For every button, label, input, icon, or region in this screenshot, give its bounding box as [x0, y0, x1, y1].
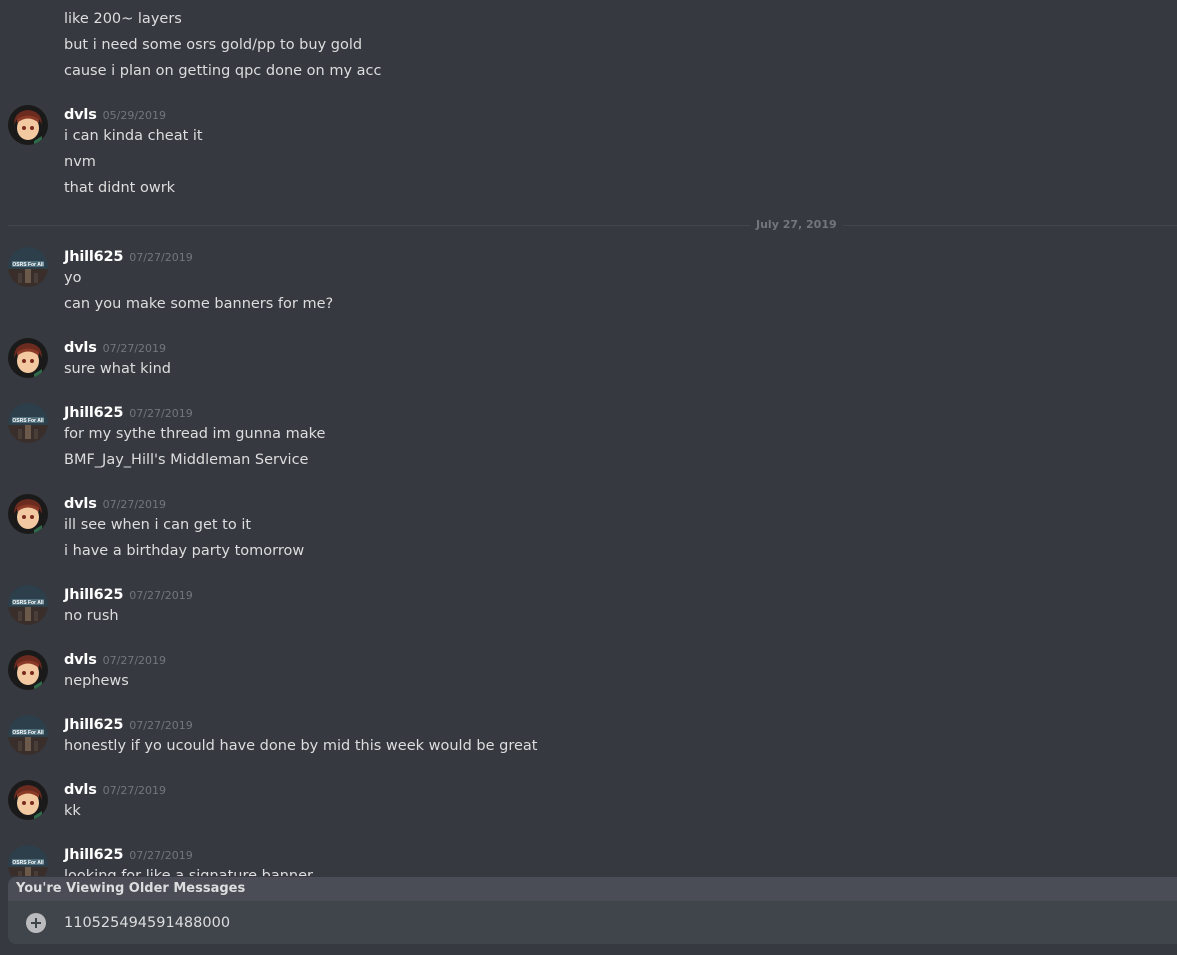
message-text: nvm: [64, 154, 96, 170]
timestamp: 07/27/2019: [102, 498, 167, 511]
chat-window: like 200~ layers but i need some osrs go…: [0, 0, 1177, 955]
author-name[interactable]: dvls: [64, 496, 97, 512]
message-header: dvls 07/27/2019: [64, 337, 166, 359]
svg-text:OSRS For All: OSRS For All: [12, 600, 44, 606]
message-header: dvls 05/29/2019: [64, 104, 166, 126]
older-messages-label: You're Viewing Older Messages: [16, 881, 246, 896]
dvls-avatar[interactable]: [8, 650, 48, 690]
message-text: kk: [64, 803, 81, 819]
message-header: Jhill625 07/27/2019: [64, 844, 193, 866]
message-header: Jhill625 07/27/2019: [64, 714, 193, 736]
jhill-avatar[interactable]: OSRS For All: [8, 247, 48, 287]
message-header: Jhill625 07/27/2019: [64, 584, 193, 606]
message-header: dvls 07/27/2019: [64, 779, 166, 801]
message-composer: [8, 901, 1177, 944]
author-name[interactable]: dvls: [64, 782, 97, 798]
svg-text:OSRS For All: OSRS For All: [12, 860, 44, 866]
timestamp: 07/27/2019: [102, 654, 167, 667]
message-text: i can kinda cheat it: [64, 128, 203, 144]
date-divider: [8, 225, 1177, 226]
timestamp: 07/27/2019: [129, 407, 193, 420]
message-header: Jhill625 07/27/2019: [64, 246, 193, 268]
message-text: ill see when i can get to it: [64, 517, 252, 533]
message-text: i have a birthday party tomorrow: [64, 543, 305, 559]
svg-text:OSRS For All: OSRS For All: [12, 418, 44, 424]
message-text: yo: [64, 270, 82, 286]
message-text: for my sythe thread im gunna make: [64, 426, 326, 442]
message-text: but i need some osrs gold/pp to buy gold: [64, 37, 363, 53]
author-name[interactable]: Jhill625: [64, 249, 123, 265]
timestamp: 07/27/2019: [102, 784, 167, 797]
date-divider-label: July 27, 2019: [750, 217, 843, 233]
timestamp: 07/27/2019: [129, 719, 193, 732]
dvls-avatar[interactable]: [8, 105, 48, 145]
message-text: honestly if yo ucould have done by mid t…: [64, 738, 538, 754]
author-name[interactable]: Jhill625: [64, 847, 123, 863]
dvls-avatar[interactable]: [8, 338, 48, 378]
message-header: dvls 07/27/2019: [64, 649, 166, 671]
timestamp: 07/27/2019: [129, 251, 193, 264]
author-name[interactable]: Jhill625: [64, 405, 123, 421]
jhill-avatar[interactable]: OSRS For All: [8, 715, 48, 755]
message-text: looking for like a signature banner: [64, 868, 313, 876]
author-name[interactable]: dvls: [64, 652, 97, 668]
message-text: like 200~ layers: [64, 11, 182, 27]
message-text: BMF_Jay_Hill's Middleman Service: [64, 452, 309, 468]
svg-text:OSRS For All: OSRS For All: [12, 262, 44, 268]
message-text: can you make some banners for me?: [64, 296, 334, 312]
timestamp: 07/27/2019: [129, 589, 193, 602]
older-messages-bar[interactable]: You're Viewing Older Messages: [8, 877, 1177, 901]
message-header: Jhill625 07/27/2019: [64, 402, 193, 424]
timestamp: 07/27/2019: [102, 342, 167, 355]
jhill-avatar[interactable]: OSRS For All: [8, 845, 48, 876]
message-text: that didnt owrk: [64, 180, 176, 196]
message-text: nephews: [64, 673, 129, 689]
svg-text:OSRS For All: OSRS For All: [12, 730, 44, 736]
message-list[interactable]: like 200~ layers but i need some osrs go…: [0, 0, 1177, 876]
jhill-avatar[interactable]: OSRS For All: [8, 403, 48, 443]
author-name[interactable]: dvls: [64, 340, 97, 356]
timestamp: 07/27/2019: [129, 849, 193, 862]
jhill-avatar[interactable]: OSRS For All: [8, 585, 48, 625]
message-text: cause i plan on getting qpc done on my a…: [64, 63, 382, 79]
message-input[interactable]: [64, 912, 1144, 934]
message-text: no rush: [64, 608, 119, 624]
dvls-avatar[interactable]: [8, 780, 48, 820]
author-name[interactable]: Jhill625: [64, 587, 123, 603]
plus-circle-icon[interactable]: [26, 913, 46, 933]
message-header: dvls 07/27/2019: [64, 493, 166, 515]
author-name[interactable]: dvls: [64, 107, 97, 123]
timestamp: 05/29/2019: [102, 109, 167, 122]
author-name[interactable]: Jhill625: [64, 717, 123, 733]
message-text: sure what kind: [64, 361, 171, 377]
dvls-avatar[interactable]: [8, 494, 48, 534]
